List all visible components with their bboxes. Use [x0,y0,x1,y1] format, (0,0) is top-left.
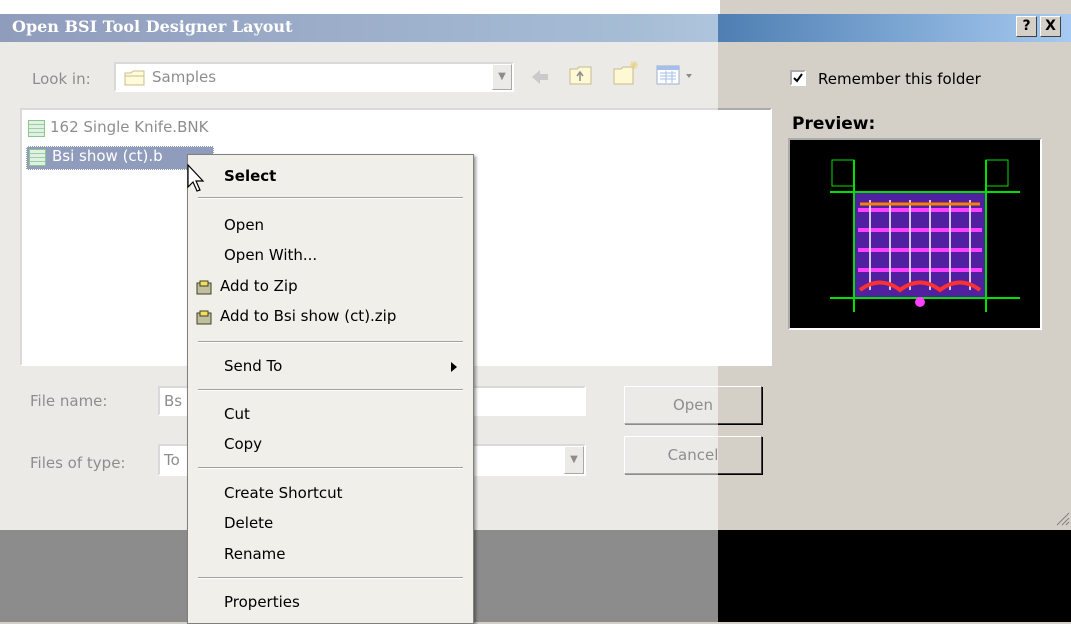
submenu-arrow-icon [451,362,457,372]
new-folder-icon[interactable] [612,60,640,86]
chevron-down-icon[interactable]: ▼ [564,446,584,474]
checkmark-icon [793,73,803,83]
help-button[interactable]: ? [1016,16,1037,37]
menu-separator [198,467,463,469]
context-menu: Select Open Open With... Add to Zip Add … [187,154,474,624]
menu-item-properties[interactable]: Properties [224,593,300,611]
file-item-bsi-show[interactable]: Bsi show (ct).b [52,147,163,165]
look-in-value: Samples [152,68,217,86]
look-in-label: Look in: [32,70,91,88]
mouse-cursor-icon [187,164,205,192]
look-in-combo[interactable]: Samples ▼ [114,62,514,92]
back-arrow-icon[interactable] [528,67,552,87]
file-name-value: Bs [164,392,183,410]
menu-item-copy[interactable]: Copy [224,435,262,453]
file-name-label: File name: [30,392,108,410]
close-button[interactable]: X [1040,16,1061,37]
files-of-type-label: Files of type: [30,454,126,472]
menu-separator [198,197,463,199]
preview-image [830,159,1020,312]
file-icon [28,120,45,137]
menu-item-cut[interactable]: Cut [224,405,250,423]
files-of-type-value: To [164,451,180,469]
menu-item-add-to-zip[interactable]: Add to Zip [220,277,298,295]
up-folder-icon[interactable] [568,64,594,86]
menu-item-open[interactable]: Open [224,216,264,234]
view-menu-icon[interactable] [656,64,696,86]
background-band [0,530,1071,622]
remember-folder-label: Remember this folder [818,70,981,88]
menu-item-rename[interactable]: Rename [224,545,286,563]
menu-item-create-shortcut[interactable]: Create Shortcut [224,484,343,502]
remember-folder-checkbox[interactable] [790,70,806,86]
open-button[interactable]: Open [624,386,762,424]
resize-grip-icon[interactable] [1054,510,1070,526]
preview-pane [788,138,1042,330]
menu-separator [198,577,463,579]
menu-item-select[interactable]: Select [224,167,276,185]
file-icon [29,149,46,166]
chevron-down-icon[interactable]: ▼ [492,64,512,90]
menu-separator [198,341,463,343]
menu-item-delete[interactable]: Delete [224,514,273,532]
cancel-button[interactable]: Cancel [624,436,762,474]
menu-item-open-with[interactable]: Open With... [224,246,317,264]
dialog-title: Open BSI Tool Designer Layout [12,17,293,36]
folder-icon [124,70,145,86]
menu-item-add-to-named-zip[interactable]: Add to Bsi show (ct).zip [220,307,396,325]
zip-icon [196,280,212,295]
preview-label: Preview: [792,114,876,134]
file-item-162-single-knife[interactable]: 162 Single Knife.BNK [50,118,208,136]
zip-icon [196,310,212,325]
screen-fade-strip [0,0,720,14]
menu-separator [198,389,463,391]
menu-item-send-to[interactable]: Send To [224,357,282,375]
